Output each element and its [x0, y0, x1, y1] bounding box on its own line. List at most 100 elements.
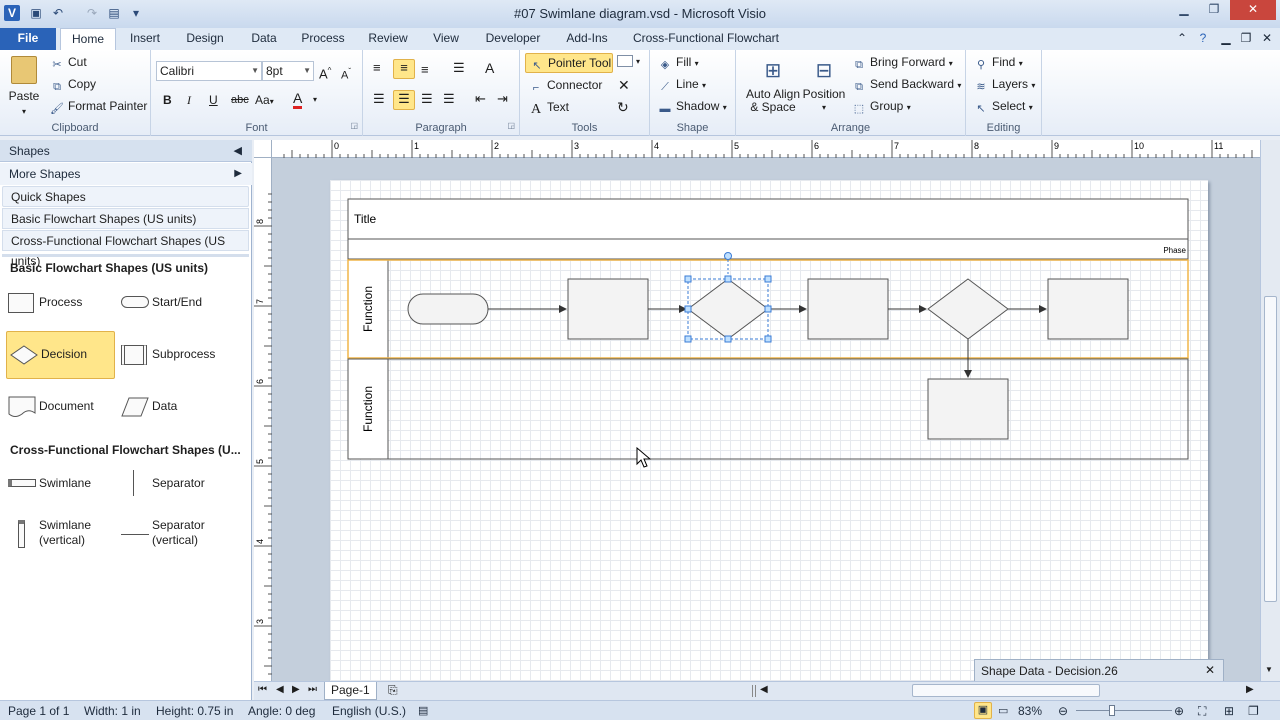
tab-review[interactable]: Review [364, 28, 412, 50]
line-button[interactable]: ⟋ Line ▾ [658, 76, 706, 94]
rotation-handle[interactable] [724, 252, 732, 260]
status-height[interactable]: Height: 0.75 in [156, 704, 233, 718]
split-handle[interactable] [752, 685, 756, 697]
font-color-button[interactable]: A [293, 90, 303, 109]
zoom-in-icon[interactable]: ⊕ [1174, 704, 1184, 718]
font-size-select[interactable]: 8pt ▼ [262, 61, 314, 81]
close-icon[interactable]: ✕ [1230, 0, 1276, 20]
tab-add-ins[interactable]: Add-Ins [560, 28, 614, 50]
chevron-down-icon[interactable]: ▾ [636, 54, 640, 70]
justify-icon[interactable]: ☰ [443, 91, 455, 107]
pointer-tool-button[interactable]: ↖ Pointer Tool [525, 53, 613, 73]
decision-shape-selected[interactable] [687, 278, 769, 340]
drawing-page[interactable]: Title Phase Function Function [330, 180, 1208, 682]
shape-swimlane-vertical[interactable]: Swimlane (vertical) [5, 512, 115, 564]
doc-restore-icon[interactable]: ❐ [1238, 28, 1254, 50]
shape-subprocess[interactable]: Subprocess [118, 332, 228, 378]
process-shape-2[interactable] [807, 278, 889, 340]
align-bottom-icon[interactable]: ≡ [421, 62, 429, 78]
connector-button[interactable]: ⌐ Connector [529, 77, 603, 95]
help-icon[interactable]: ? [1194, 28, 1212, 50]
insert-page-icon[interactable]: ⎘ [388, 683, 398, 698]
bring-forward-button[interactable]: ⧉ Bring Forward ▾ [852, 54, 953, 72]
send-backward-button[interactable]: ⧉ Send Backward ▾ [852, 76, 961, 94]
tab-process[interactable]: Process [298, 28, 348, 50]
page-view-icon[interactable]: ▭ [998, 704, 1008, 717]
cut-button[interactable]: ✂ Cut [50, 54, 86, 72]
tab-developer[interactable]: Developer [480, 28, 546, 50]
minimize-ribbon-icon[interactable]: ⌃ [1174, 28, 1190, 50]
dialog-launcher-icon[interactable]: ◲ [350, 118, 358, 134]
shape-swimlane[interactable]: Swimlane [5, 461, 115, 507]
format-painter-button[interactable]: 🖌 Format Painter [50, 98, 147, 116]
tab-insert[interactable]: Insert [122, 28, 168, 50]
fit-page-icon[interactable]: ⛶ [1198, 704, 1206, 719]
shadow-button[interactable]: ▬ Shadow ▾ [658, 98, 727, 116]
align-center-icon[interactable]: ☰ [393, 90, 415, 110]
chevron-down-icon[interactable]: ▾ [313, 92, 317, 108]
scroll-right-icon[interactable]: ▶ [1246, 684, 1254, 695]
minimize-icon[interactable]: ▁ [1170, 0, 1198, 20]
fill-button[interactable]: ◈ Fill ▾ [658, 54, 699, 72]
collapse-pane-icon[interactable]: ◀ [234, 140, 242, 162]
decrease-indent-icon[interactable]: ⇤ [475, 91, 486, 107]
first-page-icon[interactable]: ⏮ [258, 684, 267, 695]
shape-data[interactable]: Data [118, 384, 228, 430]
diagram-title-box[interactable] [347, 198, 1189, 240]
find-button[interactable]: ⚲ Find ▾ [974, 54, 1023, 72]
status-language[interactable]: English (U.S.) [332, 704, 406, 718]
tab-data[interactable]: Data [244, 28, 284, 50]
italic-button[interactable]: I [187, 92, 191, 108]
layers-button[interactable]: ≋ Layers ▾ [974, 76, 1035, 94]
align-middle-icon[interactable]: ≡ [393, 59, 415, 79]
bullets-icon[interactable]: ☰ [453, 60, 465, 76]
macro-record-icon[interactable]: ▤ [418, 704, 428, 717]
swimlane-2[interactable] [347, 358, 1189, 460]
ruler-corner[interactable] [254, 140, 272, 158]
copy-button[interactable]: ⧉ Copy [50, 76, 96, 94]
tab-home[interactable]: Home [60, 28, 116, 50]
underline-button[interactable]: U [209, 92, 218, 108]
text-block-rotate-icon[interactable]: ↻ [617, 99, 629, 115]
shape-data-window[interactable]: Shape Data - Decision.26 ✕ [974, 659, 1224, 683]
status-angle[interactable]: Angle: 0 deg [248, 704, 315, 718]
strikethrough-button[interactable]: abc [231, 92, 249, 108]
phase-header[interactable] [347, 238, 1189, 260]
process-shape-3[interactable] [1047, 278, 1129, 340]
scroll-down-icon[interactable]: ▼ [1265, 665, 1273, 674]
pane-splitter[interactable] [2, 254, 249, 257]
decision-shape-2[interactable] [927, 278, 1009, 340]
text-direction-icon[interactable]: A [485, 60, 494, 76]
paste-button[interactable]: Paste ▾ [6, 56, 42, 116]
font-family-select[interactable]: Calibri ▼ [156, 61, 262, 81]
zoom-slider-thumb[interactable] [1109, 705, 1115, 716]
shape-process[interactable]: Process [5, 280, 115, 326]
rectangle-tool-icon[interactable] [617, 55, 633, 67]
close-icon[interactable]: ✕ [1205, 663, 1215, 677]
status-page[interactable]: Page 1 of 1 [8, 704, 69, 718]
group-button[interactable]: ⬚ Group ▾ [852, 98, 911, 116]
align-right-icon[interactable]: ☰ [421, 91, 433, 107]
doc-minimize-icon[interactable]: ▁ [1218, 28, 1234, 50]
grow-font-icon[interactable]: A^ [319, 63, 331, 82]
shape-start-end[interactable]: Start/End [118, 280, 228, 326]
horizontal-scroll-thumb[interactable] [912, 684, 1100, 697]
change-case-button[interactable]: Aa▾ [255, 92, 274, 110]
horizontal-ruler[interactable]: 0 1 2 3 4 5 6 7 8 9 10 11 [272, 140, 1260, 158]
auto-align-space-button[interactable]: ⊞ Auto Align & Space [742, 54, 804, 114]
align-left-icon[interactable]: ☰ [373, 91, 385, 107]
next-page-icon[interactable]: ▶ [292, 684, 300, 695]
stencil-basic-flowchart[interactable]: Basic Flowchart Shapes (US units) [2, 208, 249, 229]
page-tab-page-1[interactable]: Page-1 [324, 682, 377, 700]
position-button[interactable]: ⊟ Position ▾ [802, 54, 846, 114]
vertical-scrollbar[interactable]: ▼ [1260, 140, 1280, 681]
pan-zoom-icon[interactable]: ⊞ [1224, 704, 1234, 718]
zoom-out-icon[interactable]: ⊖ [1058, 704, 1068, 718]
doc-close-icon[interactable]: ✕ [1258, 28, 1276, 50]
status-width[interactable]: Width: 1 in [84, 704, 141, 718]
shape-decision[interactable]: Decision [6, 331, 115, 379]
vertical-scroll-thumb[interactable] [1264, 296, 1277, 602]
scroll-left-icon[interactable]: ◀ [760, 684, 768, 695]
more-shapes-button[interactable]: More Shapes ▶ [0, 163, 252, 185]
tab-file[interactable]: File [0, 28, 56, 50]
